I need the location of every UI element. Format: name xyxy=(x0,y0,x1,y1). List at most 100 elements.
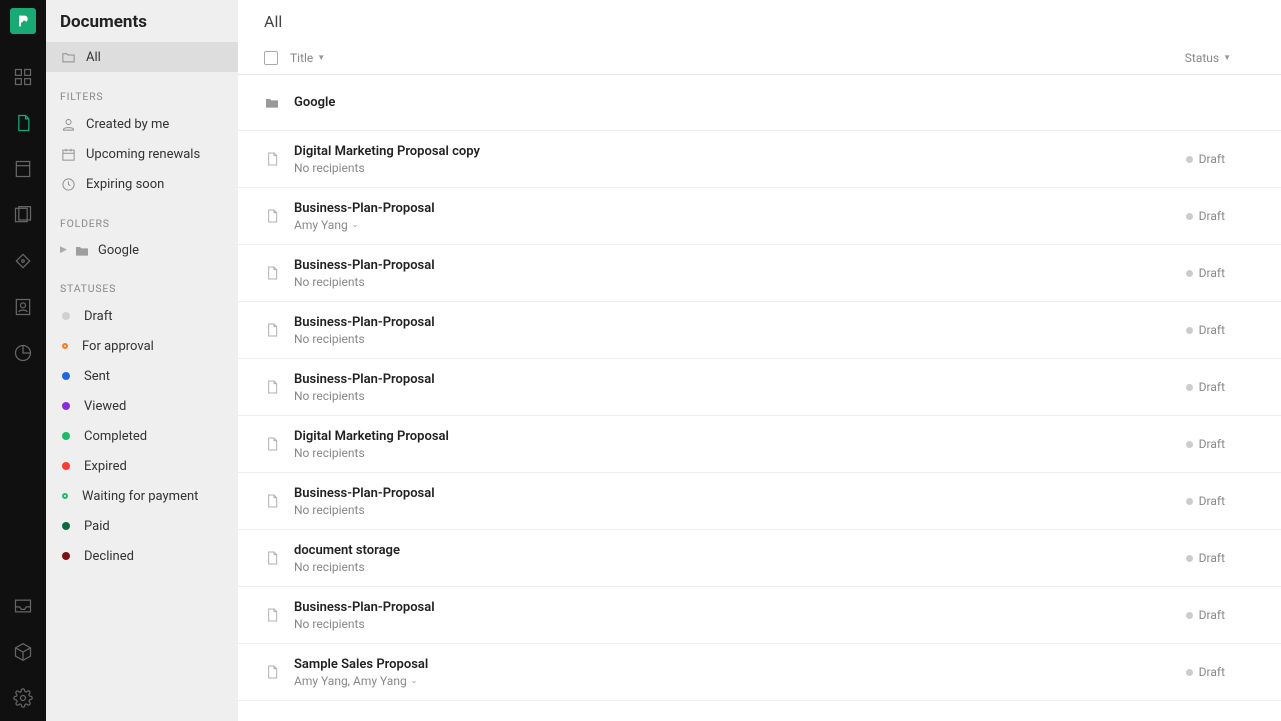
row-recipients: No recipients xyxy=(294,560,1186,574)
status-dot-icon xyxy=(1186,498,1193,505)
document-icon xyxy=(264,663,280,681)
status-label: Expired xyxy=(84,459,127,474)
document-icon xyxy=(264,150,280,168)
status-label: Waiting for payment xyxy=(82,489,198,504)
folder-item-google[interactable]: ▶ Google xyxy=(46,236,238,264)
row-recipients: No recipients xyxy=(294,389,1186,403)
folder-row[interactable]: Google xyxy=(238,75,1281,131)
status-dot-icon xyxy=(1186,327,1193,334)
status-filter-completed[interactable]: Completed xyxy=(46,421,238,451)
row-status: Draft xyxy=(1186,608,1225,622)
status-dot-icon xyxy=(62,462,70,470)
documents-icon[interactable] xyxy=(0,100,46,146)
document-list[interactable]: GoogleDigital Marketing Proposal copyNo … xyxy=(238,75,1281,721)
sort-caret-icon: ▼ xyxy=(317,53,325,62)
app-logo[interactable] xyxy=(10,8,36,34)
row-status: Draft xyxy=(1186,323,1225,337)
filter-label: Expiring soon xyxy=(86,177,164,192)
document-icon xyxy=(264,606,280,624)
addons-icon[interactable] xyxy=(0,629,46,675)
person-icon xyxy=(60,116,76,132)
column-header-title[interactable]: Title▼ xyxy=(290,51,325,65)
document-row[interactable]: Business-Plan-ProposalNo recipientsDraft xyxy=(238,245,1281,302)
row-status: Draft xyxy=(1186,551,1225,565)
settings-icon[interactable] xyxy=(0,675,46,721)
row-title: Google xyxy=(294,95,1255,110)
status-dot-icon xyxy=(1186,441,1193,448)
status-filter-for-approval[interactable]: For approval xyxy=(46,331,238,361)
templates-icon[interactable] xyxy=(0,146,46,192)
row-status: Draft xyxy=(1186,437,1225,451)
filter-expiring-soon[interactable]: Expiring soon xyxy=(46,169,238,199)
document-row[interactable]: Business-Plan-ProposalNo recipientsDraft xyxy=(238,302,1281,359)
table-header: Title▼ Status▼ xyxy=(238,41,1281,75)
row-recipients: No recipients xyxy=(294,446,1186,460)
status-dot-icon xyxy=(62,493,68,499)
document-row[interactable]: Business-Plan-ProposalNo recipientsDraft xyxy=(238,359,1281,416)
chevron-down-icon[interactable]: ⌄ xyxy=(352,220,359,229)
status-label: Viewed xyxy=(84,399,126,414)
row-recipients: No recipients xyxy=(294,503,1186,517)
page-title: All xyxy=(238,0,1281,41)
status-label: Sent xyxy=(84,369,110,384)
status-filter-expired[interactable]: Expired xyxy=(46,451,238,481)
folder-icon xyxy=(60,49,76,65)
status-filter-sent[interactable]: Sent xyxy=(46,361,238,391)
catalog-icon[interactable] xyxy=(0,238,46,284)
status-filter-viewed[interactable]: Viewed xyxy=(46,391,238,421)
status-label: Paid xyxy=(84,519,110,534)
row-title: Digital Marketing Proposal xyxy=(294,429,1186,444)
row-title: Business-Plan-Proposal xyxy=(294,486,1186,501)
document-row[interactable]: Business-Plan-ProposalAmy Yang⌄Draft xyxy=(238,188,1281,245)
row-status: Draft xyxy=(1186,152,1225,166)
status-filter-paid[interactable]: Paid xyxy=(46,511,238,541)
row-recipients: No recipients xyxy=(294,617,1186,631)
row-status: Draft xyxy=(1186,380,1225,394)
status-filter-declined[interactable]: Declined xyxy=(46,541,238,571)
status-label: Completed xyxy=(84,429,147,444)
status-label: Declined xyxy=(84,549,134,564)
document-row[interactable]: Business-Plan-ProposalNo recipientsDraft xyxy=(238,473,1281,530)
status-dot-icon xyxy=(62,432,70,440)
status-dot-icon xyxy=(1186,156,1193,163)
inbox-icon[interactable] xyxy=(0,583,46,629)
document-row[interactable]: document storageNo recipientsDraft xyxy=(238,530,1281,587)
filter-label: Created by me xyxy=(86,117,169,132)
dashboard-icon[interactable] xyxy=(0,54,46,100)
filter-upcoming-renewals[interactable]: Upcoming renewals xyxy=(46,139,238,169)
filter-label: Upcoming renewals xyxy=(86,147,200,162)
row-recipients: No recipients xyxy=(294,275,1186,289)
sidebar-item-label: All xyxy=(86,50,101,65)
sidebar: Documents All FILTERS Created by me Upco… xyxy=(46,0,238,721)
column-header-status[interactable]: Status▼ xyxy=(1185,51,1231,65)
library-icon[interactable] xyxy=(0,192,46,238)
row-title: Sample Sales Proposal xyxy=(294,657,1186,672)
chevron-down-icon[interactable]: ⌄ xyxy=(411,676,418,685)
status-dot-icon xyxy=(62,372,70,380)
document-row[interactable]: Digital Marketing Proposal copyNo recipi… xyxy=(238,131,1281,188)
contacts-icon[interactable] xyxy=(0,284,46,330)
select-all-checkbox[interactable] xyxy=(264,51,278,65)
filters-section-label: FILTERS xyxy=(46,72,238,109)
row-recipients: No recipients xyxy=(294,332,1186,346)
status-dot-icon xyxy=(1186,612,1193,619)
status-dot-icon xyxy=(62,522,70,530)
clock-icon xyxy=(60,176,76,192)
document-icon xyxy=(264,264,280,282)
expand-triangle-icon[interactable]: ▶ xyxy=(60,245,70,255)
folder-icon xyxy=(74,243,90,257)
document-icon xyxy=(264,549,280,567)
document-row[interactable]: Sample Sales ProposalAmy Yang, Amy Yang⌄… xyxy=(238,644,1281,701)
document-row[interactable]: Business-Plan-ProposalNo recipientsDraft xyxy=(238,587,1281,644)
document-row[interactable]: Digital Marketing Proposal No recipientsD… xyxy=(238,416,1281,473)
reports-icon[interactable] xyxy=(0,330,46,376)
sidebar-item-all[interactable]: All xyxy=(46,42,238,72)
document-icon xyxy=(264,321,280,339)
status-filter-draft[interactable]: Draft xyxy=(46,301,238,331)
row-title: Business-Plan-Proposal xyxy=(294,201,1186,216)
status-label: For approval xyxy=(82,339,154,354)
row-title: Digital Marketing Proposal copy xyxy=(294,144,1186,159)
filter-created-by-me[interactable]: Created by me xyxy=(46,109,238,139)
sidebar-title: Documents xyxy=(46,0,238,42)
status-filter-waiting-for-payment[interactable]: Waiting for payment xyxy=(46,481,238,511)
